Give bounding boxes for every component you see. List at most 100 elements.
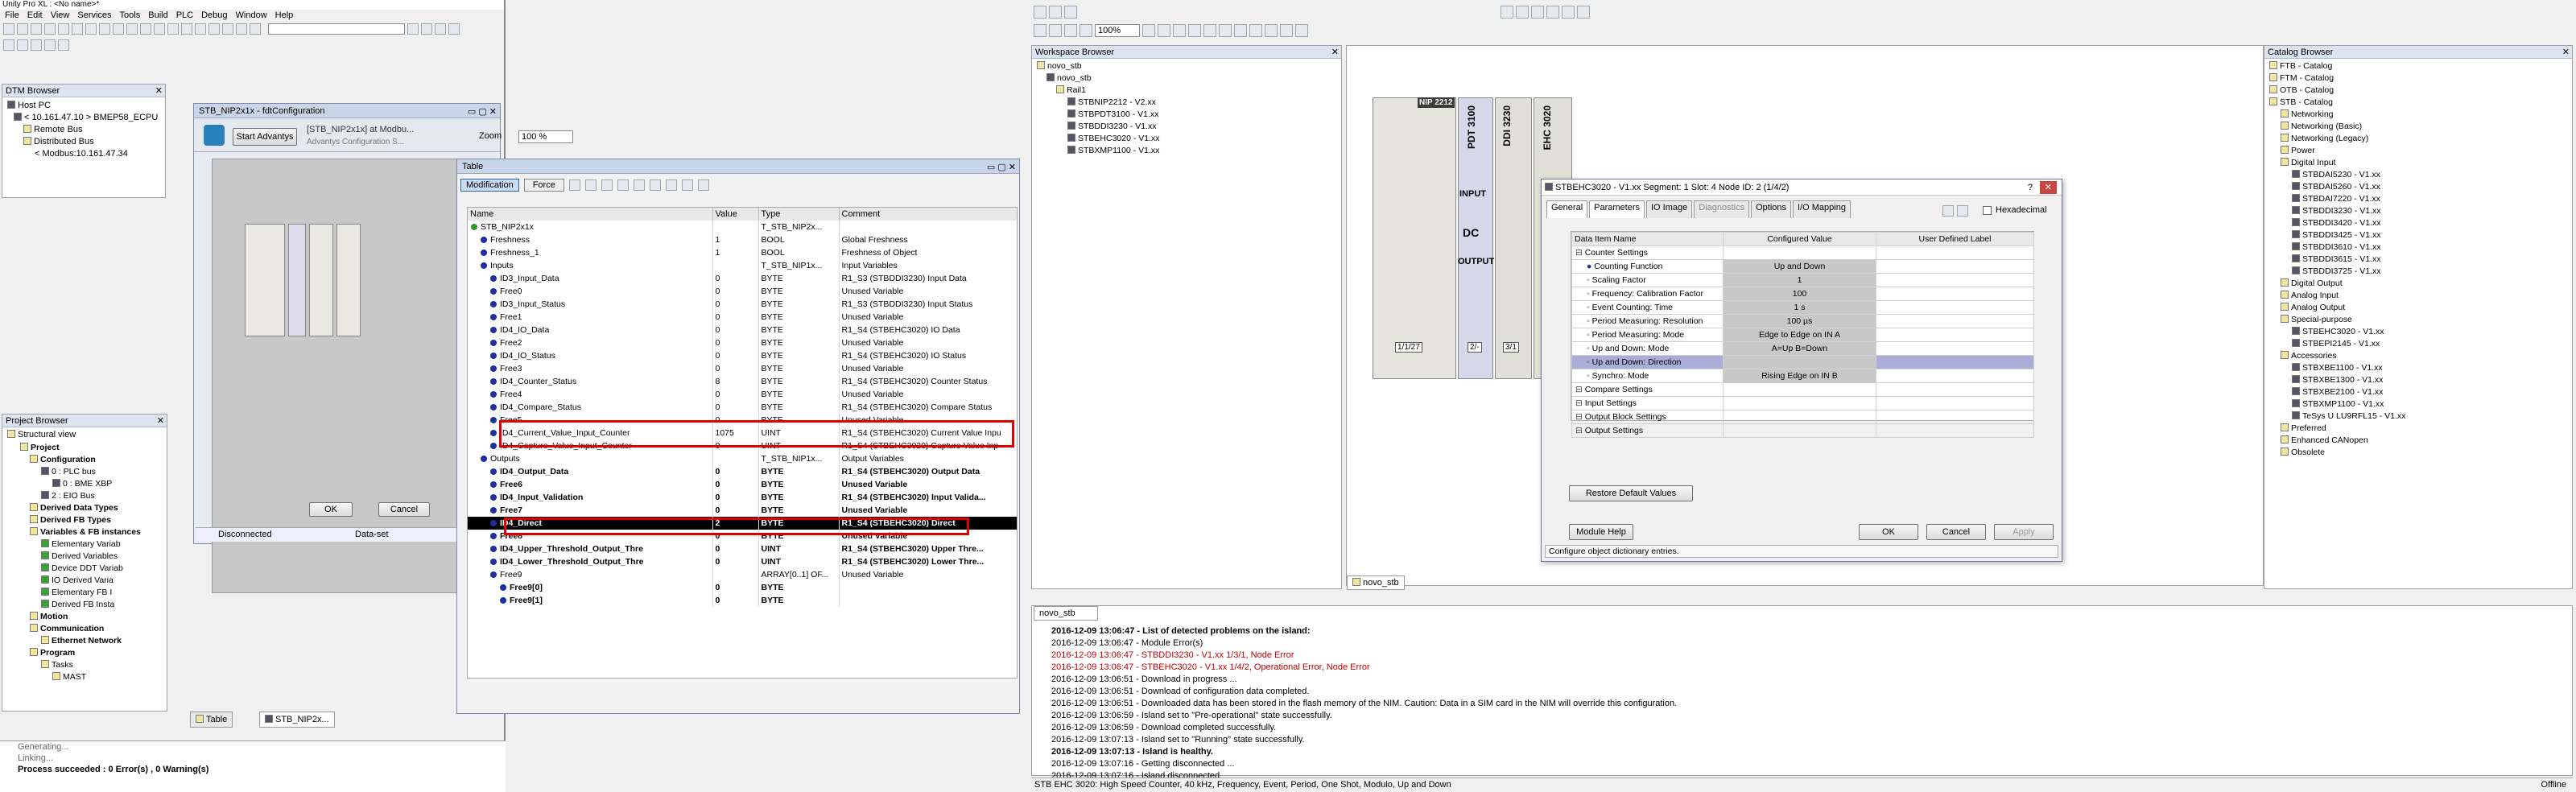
dtm-item[interactable]: Distributed Bus xyxy=(7,136,160,148)
layout4-icon[interactable] xyxy=(448,23,460,35)
gear-icon[interactable] xyxy=(1173,24,1186,37)
catalog-item[interactable]: STBEPI2145 - V1.xx xyxy=(2269,338,2567,350)
catalog-item[interactable]: Preferred xyxy=(2269,423,2567,435)
menu-window[interactable]: Window xyxy=(236,10,267,21)
param-row[interactable]: ⊟ Output Settings xyxy=(1571,423,2034,438)
catalog-item[interactable]: Digital Output xyxy=(2269,278,2567,290)
param-row[interactable]: ◦ Synchro: Mode Rising Edge on IN B xyxy=(1571,369,2034,383)
zoom-out-icon[interactable] xyxy=(1080,24,1092,37)
menu-debug[interactable]: Debug xyxy=(201,10,227,21)
cell-v[interactable]: 0 xyxy=(712,311,759,324)
table-row[interactable]: Free9[0] 0 BYTE xyxy=(468,581,1017,594)
print-icon[interactable] xyxy=(1942,205,1954,217)
cell-v[interactable]: 0 xyxy=(712,324,759,336)
cell-v[interactable]: 0 xyxy=(712,388,759,401)
param-row[interactable]: ◦ Scaling Factor 1 xyxy=(1571,273,2034,287)
menu-edit[interactable]: Edit xyxy=(27,10,43,21)
project-icon[interactable] xyxy=(3,39,14,51)
cell-v[interactable]: 0 xyxy=(712,581,759,594)
catalog-item[interactable]: Networking (Legacy) xyxy=(2269,133,2567,145)
vars-icon[interactable] xyxy=(44,39,56,51)
param-user-label[interactable] xyxy=(1876,328,2034,342)
cell-v[interactable]: 0 xyxy=(712,555,759,568)
table-row[interactable]: Free2 0 BYTE Unused Variable xyxy=(468,336,1017,349)
start-advantys-button[interactable]: Start Advantys xyxy=(233,128,297,146)
cell-v[interactable]: 0 xyxy=(712,504,759,517)
build-icon[interactable] xyxy=(140,23,151,35)
catalog-item[interactable]: STBXMP1100 - V1.xx xyxy=(2269,398,2567,410)
cell-v[interactable]: 8 xyxy=(712,375,759,388)
cell-v[interactable]: 0 xyxy=(712,465,759,478)
catalog-item[interactable]: STBXBE1100 - V1.xx xyxy=(2269,362,2567,374)
catalog-item[interactable]: STBDAI5260 - V1.xx xyxy=(2269,181,2567,193)
cell-v[interactable]: 0 xyxy=(712,362,759,375)
structural-view[interactable]: Structural view xyxy=(2,427,167,440)
table-row[interactable]: Free1 0 BYTE Unused Variable xyxy=(468,311,1017,324)
close-icon[interactable]: ✕ xyxy=(2039,181,2057,194)
catalog-item[interactable]: Analog Output xyxy=(2269,302,2567,314)
param-value[interactable]: Edge to Edge on IN A xyxy=(1723,328,1876,342)
cell-v[interactable]: 0 xyxy=(712,491,759,504)
catalog-item[interactable]: STBDDI3420 - V1.xx xyxy=(2269,217,2567,229)
close-icon[interactable]: ✕ xyxy=(2562,46,2570,59)
param-value[interactable]: 1 xyxy=(1723,273,1876,287)
param-value[interactable] xyxy=(1723,245,1876,260)
menu-plc[interactable]: PLC xyxy=(176,10,193,21)
tab-diagnostics[interactable]: Diagnostics xyxy=(1694,200,1750,218)
table-row[interactable]: Outputs T_STB_NIP1x... Output Variables xyxy=(468,452,1017,465)
catalog-item[interactable]: Enhanced CANopen xyxy=(2269,435,2567,447)
bottom-tab-table[interactable]: Table xyxy=(190,712,233,728)
workspace-item[interactable]: STBEHC3020 - V1.xx xyxy=(1037,133,1336,145)
cell-v[interactable]: 0 xyxy=(712,285,759,298)
cell-v[interactable]: 1 xyxy=(712,233,759,246)
catalog-item[interactable]: STB - Catalog xyxy=(2269,97,2567,109)
cell-v[interactable]: 0 xyxy=(712,594,759,607)
window-icon[interactable] xyxy=(222,23,233,35)
tab-io-mapping[interactable]: I/O Mapping xyxy=(1793,200,1851,218)
project-item[interactable]: Configuration xyxy=(9,454,163,466)
param-value[interactable] xyxy=(1723,410,1876,424)
toggle-icon[interactable] xyxy=(649,179,661,191)
dtm-item[interactable]: < 10.161.47.10 > BMEP58_ECPU xyxy=(7,112,160,124)
apply-button[interactable]: Apply xyxy=(1994,524,2054,540)
param-user-label[interactable] xyxy=(1876,245,2034,260)
cell-v[interactable]: 1 xyxy=(712,246,759,259)
project-item[interactable]: Variables & FB instances xyxy=(9,526,163,538)
project-item[interactable]: Device DDT Variab xyxy=(9,563,163,575)
window-controls[interactable]: ▭ ▢ ✕ xyxy=(987,160,1016,175)
catalog-item[interactable]: Digital Input xyxy=(2269,157,2567,169)
catalog-item[interactable]: Obsolete xyxy=(2269,447,2567,459)
param-user-label[interactable] xyxy=(1876,423,2034,438)
catalog-item[interactable]: STBDDI3615 - V1.xx xyxy=(2269,254,2567,266)
rack-icon[interactable] xyxy=(1049,24,1062,37)
catalog-item[interactable]: Networking (Basic) xyxy=(2269,121,2567,133)
new-icon[interactable] xyxy=(3,23,14,35)
force-button[interactable]: Force xyxy=(523,179,564,192)
project-item[interactable]: 0 : PLC bus xyxy=(9,466,163,478)
catalog-item[interactable]: OTB - Catalog xyxy=(2269,85,2567,97)
param-row[interactable]: ⊟ Compare Settings xyxy=(1571,382,2034,397)
cut-icon[interactable] xyxy=(1516,6,1529,19)
ok-button[interactable]: OK xyxy=(1859,524,1918,540)
workspace-item[interactable]: Rail1 xyxy=(1037,85,1336,97)
zoom-in-icon[interactable] xyxy=(1142,24,1155,37)
table-row[interactable]: Inputs T_STB_NIP1x... Input Variables xyxy=(468,259,1017,272)
module-icon[interactable] xyxy=(1064,24,1077,37)
project-item[interactable]: Communication xyxy=(9,623,163,635)
catalog-item[interactable]: TeSys U LU9RFL15 - V1.xx xyxy=(2269,410,2567,423)
param-row[interactable]: ◦ Up and Down: Mode A=Up B=Down xyxy=(1571,341,2034,356)
stop-icon[interactable] xyxy=(1249,24,1262,37)
project-item[interactable]: Derived FB Types xyxy=(9,514,163,526)
param-row[interactable]: ◦ Event Counting: Time 1 s xyxy=(1571,300,2034,315)
project-item[interactable]: Elementary FB I xyxy=(9,587,163,599)
project-item[interactable]: Derived Variables xyxy=(9,551,163,563)
layout3-icon[interactable] xyxy=(435,23,446,35)
dtm-item[interactable]: Host PC xyxy=(7,100,160,112)
copy-icon[interactable] xyxy=(1531,6,1544,19)
param-user-label[interactable] xyxy=(1876,341,2034,356)
print-icon[interactable] xyxy=(44,23,56,35)
project-item[interactable]: IO Derived Varia xyxy=(9,575,163,587)
menu-build[interactable]: Build xyxy=(148,10,167,21)
unforce-icon[interactable] xyxy=(601,179,613,191)
table-row[interactable]: ID4_IO_Data 0 BYTE R1_S4 (STBEHC3020) IO Da… xyxy=(468,324,1017,336)
